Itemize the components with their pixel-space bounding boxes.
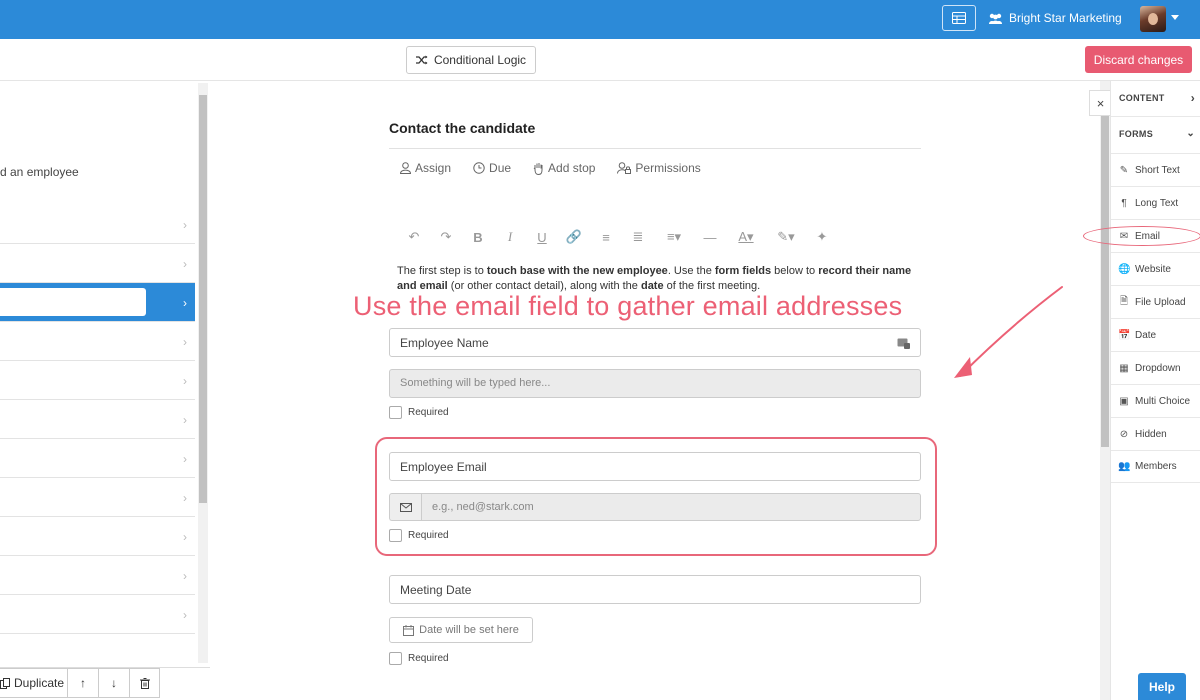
multichoice-icon: ▣ [1119, 395, 1129, 407]
chevron-right-icon: › [183, 452, 187, 466]
widget-long-text[interactable]: ¶ Long Text [1111, 186, 1200, 219]
chevron-right-icon: › [183, 296, 187, 310]
step-row[interactable]: › [0, 244, 195, 283]
step-editor: Contact the candidate Assign Due Add sto… [210, 81, 1110, 700]
chevron-right-icon: › [183, 335, 187, 349]
step-row[interactable]: › [0, 361, 195, 400]
annotation-arrow [954, 286, 1063, 378]
calendar-icon: 📅 [1118, 329, 1131, 341]
close-panel-button[interactable]: × [1089, 90, 1111, 116]
steps-sidebar: d an employee › › › › › › › › › › › Dupl… [0, 81, 210, 700]
arrow-down-icon: ↓ [111, 676, 117, 690]
delete-button[interactable] [129, 668, 160, 698]
duplicate-button[interactable]: Duplicate [0, 668, 68, 698]
widget-label: Website [1135, 263, 1171, 275]
conditional-logic-label: Conditional Logic [433, 53, 527, 67]
chevron-right-icon: › [183, 608, 187, 622]
email-highlight-ring [1083, 226, 1200, 246]
chevron-down-icon[interactable] [1171, 15, 1179, 20]
avatar[interactable] [1140, 6, 1166, 32]
chevron-right-icon: › [183, 491, 187, 505]
step-row[interactable]: › [0, 595, 195, 634]
widget-hidden[interactable]: ⊘ Hidden [1111, 417, 1200, 450]
sidebar-intro-text: d an employee [0, 165, 79, 179]
help-button[interactable]: Help [1138, 673, 1186, 700]
file-icon: 🗎 [1119, 295, 1129, 307]
step-title-input[interactable] [0, 288, 146, 316]
step-row[interactable]: › [0, 517, 195, 556]
editor-scroll-thumb[interactable] [1101, 95, 1109, 447]
widget-label: Short Text [1135, 164, 1180, 176]
step-row[interactable]: › [0, 205, 195, 244]
sidebar-scroll-thumb[interactable] [199, 95, 207, 503]
move-down-button[interactable]: ↓ [98, 668, 130, 698]
arrow-up-icon: ↑ [80, 676, 86, 690]
widget-dropdown[interactable]: ▦ Dropdown [1111, 351, 1200, 384]
chevron-right-icon: › [1190, 91, 1195, 105]
trash-icon [139, 677, 150, 689]
widget-label: Date [1135, 329, 1157, 341]
org-switcher[interactable]: Bright Star Marketing [988, 11, 1122, 25]
discard-changes-button[interactable]: Discard changes [1085, 46, 1192, 73]
chevron-right-icon: › [183, 413, 187, 427]
widgets-panel: CONTENT › FORMS ⌄ ✎ Short Text ¶ Long Te… [1110, 81, 1200, 700]
eye-slash-icon: ⊘ [1119, 428, 1129, 440]
dropdown-icon: ▦ [1119, 362, 1129, 374]
widget-label: Hidden [1135, 428, 1167, 440]
globe-icon: 🌐 [1118, 263, 1131, 275]
duplicate-label: Duplicate [13, 676, 65, 690]
widget-label: File Upload [1135, 296, 1186, 308]
content-section-toggle[interactable]: CONTENT › [1111, 81, 1200, 116]
step-row[interactable]: › [0, 478, 195, 517]
widget-label: Long Text [1135, 197, 1179, 209]
step-row-active[interactable]: › [0, 283, 195, 322]
editor-toolbar: Conditional Logic Discard changes [0, 39, 1200, 81]
chevron-down-icon: ⌄ [1186, 128, 1195, 139]
step-row[interactable]: › [0, 556, 195, 595]
step-row[interactable]: › [0, 439, 195, 478]
forms-section-toggle[interactable]: FORMS ⌄ [1111, 116, 1200, 151]
step-actions-bar: Duplicate ↑ ↓ [0, 667, 210, 700]
chevron-right-icon: › [183, 374, 187, 388]
chevron-right-icon: › [183, 569, 187, 583]
chevron-right-icon: › [183, 218, 187, 232]
chevron-right-icon: › [183, 530, 187, 544]
shuffle-icon [415, 55, 428, 65]
paragraph-icon: ¶ [1121, 197, 1127, 209]
widget-label: Members [1135, 461, 1177, 472]
widget-label: Multi Choice [1135, 395, 1191, 407]
steps-list: › › › › › › › › › › › [0, 205, 195, 634]
forms-label: FORMS [1119, 129, 1153, 139]
users-icon [989, 13, 1002, 24]
widget-short-text[interactable]: ✎ Short Text [1111, 153, 1200, 186]
widget-multi-choice[interactable]: ▣ Multi Choice [1111, 384, 1200, 417]
move-up-button[interactable]: ↑ [67, 668, 99, 698]
step-row[interactable]: › [0, 400, 195, 439]
widget-website[interactable]: 🌐 Website [1111, 252, 1200, 285]
widget-date[interactable]: 📅 Date [1111, 318, 1200, 351]
content-label: CONTENT [1119, 93, 1165, 103]
users-icon: 👥 [1118, 461, 1131, 472]
step-row[interactable]: › [0, 322, 195, 361]
pencil-icon: ✎ [1119, 164, 1129, 176]
widget-label: Dropdown [1135, 362, 1181, 374]
close-icon: × [1096, 95, 1105, 111]
top-bar: Bright Star Marketing [0, 0, 1200, 39]
org-name: Bright Star Marketing [1009, 11, 1122, 25]
chevron-right-icon: › [183, 257, 187, 271]
table-icon [952, 12, 966, 24]
copy-icon [0, 677, 10, 689]
table-view-button[interactable] [942, 5, 976, 31]
widget-members[interactable]: 👥 Members [1111, 450, 1200, 483]
conditional-logic-button[interactable]: Conditional Logic [406, 46, 536, 74]
widget-file-upload[interactable]: 🗎 File Upload [1111, 285, 1200, 318]
